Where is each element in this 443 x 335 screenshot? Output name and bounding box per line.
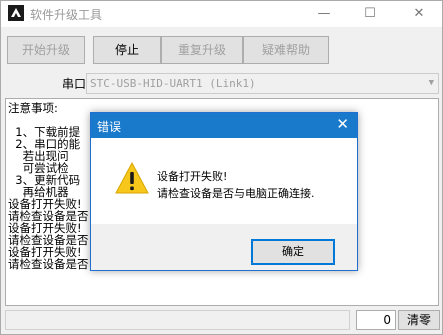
app-icon <box>8 5 24 21</box>
count-field: 0 <box>356 310 396 330</box>
log-line: 注意事项: <box>8 101 58 115</box>
dialog-body: 设备打开失败! 请检查设备是否与电脑正确连接. <box>91 138 357 224</box>
dialog-close-button[interactable]: ✕ <box>336 115 349 133</box>
ok-button[interactable]: 确定 <box>251 239 335 265</box>
close-button[interactable]: ✕ <box>396 1 442 27</box>
maximize-button[interactable]: ☐ <box>347 1 393 27</box>
warning-icon <box>115 162 149 194</box>
dialog-title-bar: 错误 ✕ <box>91 113 357 138</box>
dialog-title: 错误 <box>97 120 122 134</box>
dialog-message-line1: 设备打开失败! <box>157 170 228 183</box>
chevron-down-icon: ▼ <box>428 78 434 88</box>
status-bar <box>5 310 350 330</box>
stop-button[interactable]: 停止 <box>93 36 161 64</box>
minimize-button[interactable]: — <box>301 1 347 27</box>
error-dialog: 错误 ✕ 设备打开失败! 请检查设备是否与电脑正确连接. 确定 <box>90 112 358 271</box>
log-line: 请检查设备是否 <box>8 257 89 271</box>
window-title: 软件升级工具 <box>30 8 103 22</box>
title-bar: 软件升级工具 — ☐ ✕ <box>1 1 442 27</box>
clear-button[interactable]: 清零 <box>398 310 440 330</box>
port-select[interactable]: STC-USB-HID-UART1 (Link1) ▼ <box>86 73 439 94</box>
dialog-message-line2: 请检查设备是否与电脑正确连接. <box>157 187 315 200</box>
start-upgrade-button[interactable]: 开始升级 <box>7 36 85 64</box>
restart-upgrade-button[interactable]: 重复升级 <box>161 36 243 64</box>
main-window: 软件升级工具 — ☐ ✕ 开始升级 停止 重复升级 疑难帮助 串口 STC-US… <box>0 0 443 335</box>
help-button[interactable]: 疑难帮助 <box>243 36 329 64</box>
port-value: STC-USB-HID-UART1 (Link1) <box>90 77 256 90</box>
port-label: 串口 <box>62 77 87 91</box>
